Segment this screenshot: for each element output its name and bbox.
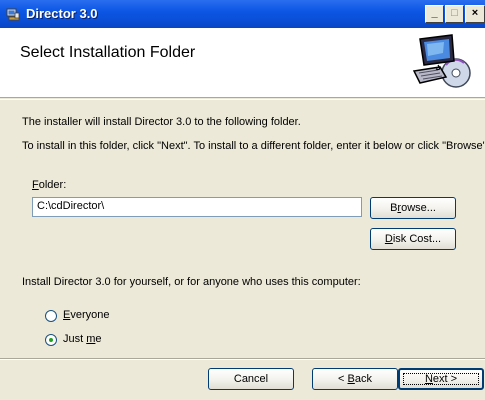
back-button[interactable]: < Back bbox=[312, 368, 398, 390]
instruction-line-2: To install in this folder, click "Next".… bbox=[22, 140, 485, 152]
radio-everyone-label: Everyone bbox=[63, 309, 109, 321]
footer-divider-highlight bbox=[0, 359, 485, 360]
everyone-text: veryone bbox=[70, 309, 110, 321]
just-me-pre: Just bbox=[63, 333, 87, 345]
radio-just-me-label: Just me bbox=[63, 333, 102, 345]
back-hotkey: B bbox=[347, 373, 355, 385]
browse-label-post: owse... bbox=[401, 202, 436, 214]
folder-label: Folder: bbox=[32, 179, 66, 191]
browse-button[interactable]: Browse... bbox=[370, 197, 456, 219]
folder-label-hotkey: F bbox=[32, 179, 39, 191]
just-me-rest: e bbox=[95, 333, 102, 345]
folder-label-text: older: bbox=[38, 179, 67, 191]
disk-cost-button[interactable]: Disk Cost... bbox=[370, 228, 456, 250]
minimize-button[interactable]: _ bbox=[425, 5, 444, 23]
radio-everyone[interactable]: Everyone bbox=[45, 309, 165, 325]
maximize-button[interactable]: □ bbox=[445, 5, 464, 23]
computer-install-icon bbox=[412, 34, 471, 88]
page-title: Select Installation Folder bbox=[20, 44, 196, 61]
radio-just-me[interactable]: Just me bbox=[45, 333, 165, 349]
minimize-icon: _ bbox=[431, 7, 438, 19]
radio-everyone-circle[interactable] bbox=[45, 310, 57, 322]
disk-cost-hotkey: D bbox=[384, 233, 393, 245]
install-scope-prompt: Install Director 3.0 for yourself, or fo… bbox=[22, 276, 361, 288]
folder-path-input[interactable]: C:\cdDirector\ bbox=[32, 197, 362, 217]
close-icon: × bbox=[471, 7, 479, 19]
focus-rectangle bbox=[403, 373, 479, 385]
installer-window: Director 3.0 _ □ × Select Installation F… bbox=[0, 0, 485, 400]
radio-selected-dot bbox=[49, 338, 53, 342]
header-banner: Select Installation Folder bbox=[0, 28, 485, 98]
close-button[interactable]: × bbox=[465, 5, 485, 23]
radio-just-me-circle[interactable] bbox=[45, 334, 57, 346]
back-label-pre: < bbox=[338, 373, 348, 385]
next-button[interactable]: Next > bbox=[398, 368, 484, 390]
instruction-line-1: The installer will install Director 3.0 … bbox=[22, 116, 301, 128]
maximize-icon: □ bbox=[451, 7, 458, 19]
window-title: Director 3.0 bbox=[26, 6, 98, 21]
installer-app-icon bbox=[6, 8, 20, 21]
disk-cost-label: isk Cost... bbox=[392, 233, 442, 245]
title-bar[interactable]: Director 3.0 _ □ × bbox=[0, 0, 485, 28]
back-label-rest: ack bbox=[354, 373, 372, 385]
banner-divider bbox=[0, 99, 485, 100]
cancel-button[interactable]: Cancel bbox=[208, 368, 294, 390]
